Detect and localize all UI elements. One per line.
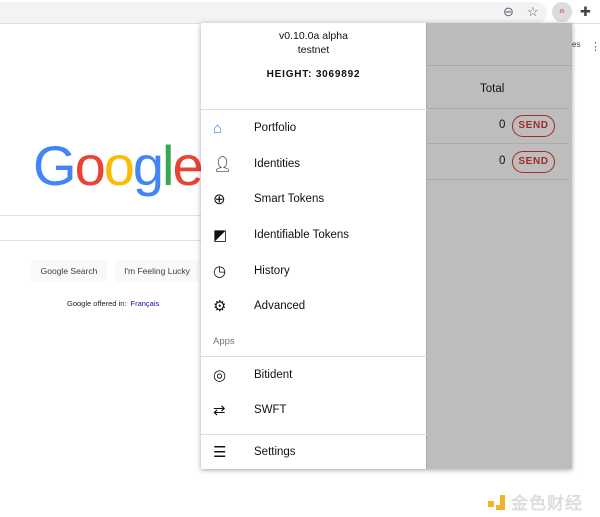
menu-label: Smart Tokens [254,193,325,205]
row-total: 0 [499,119,506,131]
navigation-drawer: v0.10.0a alpha testnet HEIGHT: 3069892 ⌂ P… [201,23,427,469]
watermark: 金色财经 [488,489,583,514]
puzzle-icon[interactable]: ✚ [580,4,591,20]
swap-icon: ⇄ [213,402,226,419]
google-logo: Google [33,133,204,198]
send-button[interactable]: SEND [512,115,555,137]
offered-in: Google offered in: Français [67,299,159,308]
menu-label: Advanced [254,300,306,312]
menu-label: History [254,265,290,277]
gear-icon: ⚙ [213,298,227,315]
logo-letter: o [74,134,106,197]
home-icon: ⌂ [213,119,223,137]
apps-grid-icon[interactable]: ⋮⋮ [590,40,600,53]
menu-item-identities[interactable]: 👤︎ Identities [201,147,427,181]
divider [201,356,427,357]
person-icon: 👤︎ [213,156,233,173]
menu-label: Bitident [254,369,293,381]
browser-toolbar: ⊖ ☆ m ✚ [0,0,600,24]
menu-item-swft[interactable]: ⇄ SWFT [201,393,427,427]
menu-item-identifiable-tokens[interactable]: ◩ Identifiable Tokens [201,218,427,252]
globe-icon: ⊕ [213,191,226,208]
menu-label: SWFT [254,404,287,416]
total-column-header: Total [480,83,505,95]
menu-label: Portfolio [254,122,297,134]
menu-label: Identities [254,158,301,170]
feeling-lucky-button[interactable]: I'm Feeling Lucky [115,260,199,282]
row-divider [427,143,569,144]
search-input[interactable] [0,215,210,241]
apps-section-label: Apps [213,336,235,347]
row-divider [427,179,569,180]
star-icon[interactable]: ☆ [527,4,539,20]
zoom-out-icon[interactable]: ⊖ [503,4,514,20]
logo-letter: G [33,134,77,197]
logo-letter: g [132,134,164,197]
content-header [427,23,572,66]
partial-link[interactable]: es [572,40,580,49]
menu-label: Settings [254,446,296,458]
watermark-logo-icon [488,493,506,511]
google-search-button[interactable]: Google Search [31,260,107,282]
row-total: 0 [499,155,506,167]
menu-item-portfolio[interactable]: ⌂ Portfolio [201,111,427,145]
wallet-popup: Total 0 SEND 0 SEND v0.10.0a alpha testne… [201,23,572,469]
logo-letter: e [172,134,203,197]
address-bar[interactable] [0,2,547,23]
menu-item-history[interactable]: ◷ History [201,254,427,288]
menu-item-settings[interactable]: ☰ Settings [201,435,427,469]
sliders-icon: ☰ [213,444,227,461]
network: testnet [297,44,330,56]
watermark-text: 金色财经 [511,494,583,513]
send-button[interactable]: SEND [512,151,555,173]
offered-label: Google offered in: [67,299,127,308]
version: v0.10.0a alpha [279,30,348,42]
fingerprint-icon: ◎ [213,367,227,384]
language-link[interactable]: Français [131,299,160,308]
menu-item-smart-tokens[interactable]: ⊕ Smart Tokens [201,182,427,216]
menu-item-advanced[interactable]: ⚙ Advanced [201,289,427,323]
edit-box-icon: ◩ [213,227,228,244]
logo-letter: l [162,134,175,197]
logo-letter: o [103,134,135,197]
row-divider [427,108,569,109]
block-height: HEIGHT: 3069892 [266,69,361,80]
divider [201,109,427,110]
extension-badge: m [559,9,565,15]
menu-label: Identifiable Tokens [254,229,350,241]
version-info: v0.10.0a alpha testnet [201,29,426,57]
menu-item-bitident[interactable]: ◎ Bitident [201,358,427,392]
extension-button[interactable]: m [552,2,572,22]
clock-icon: ◷ [213,263,227,280]
